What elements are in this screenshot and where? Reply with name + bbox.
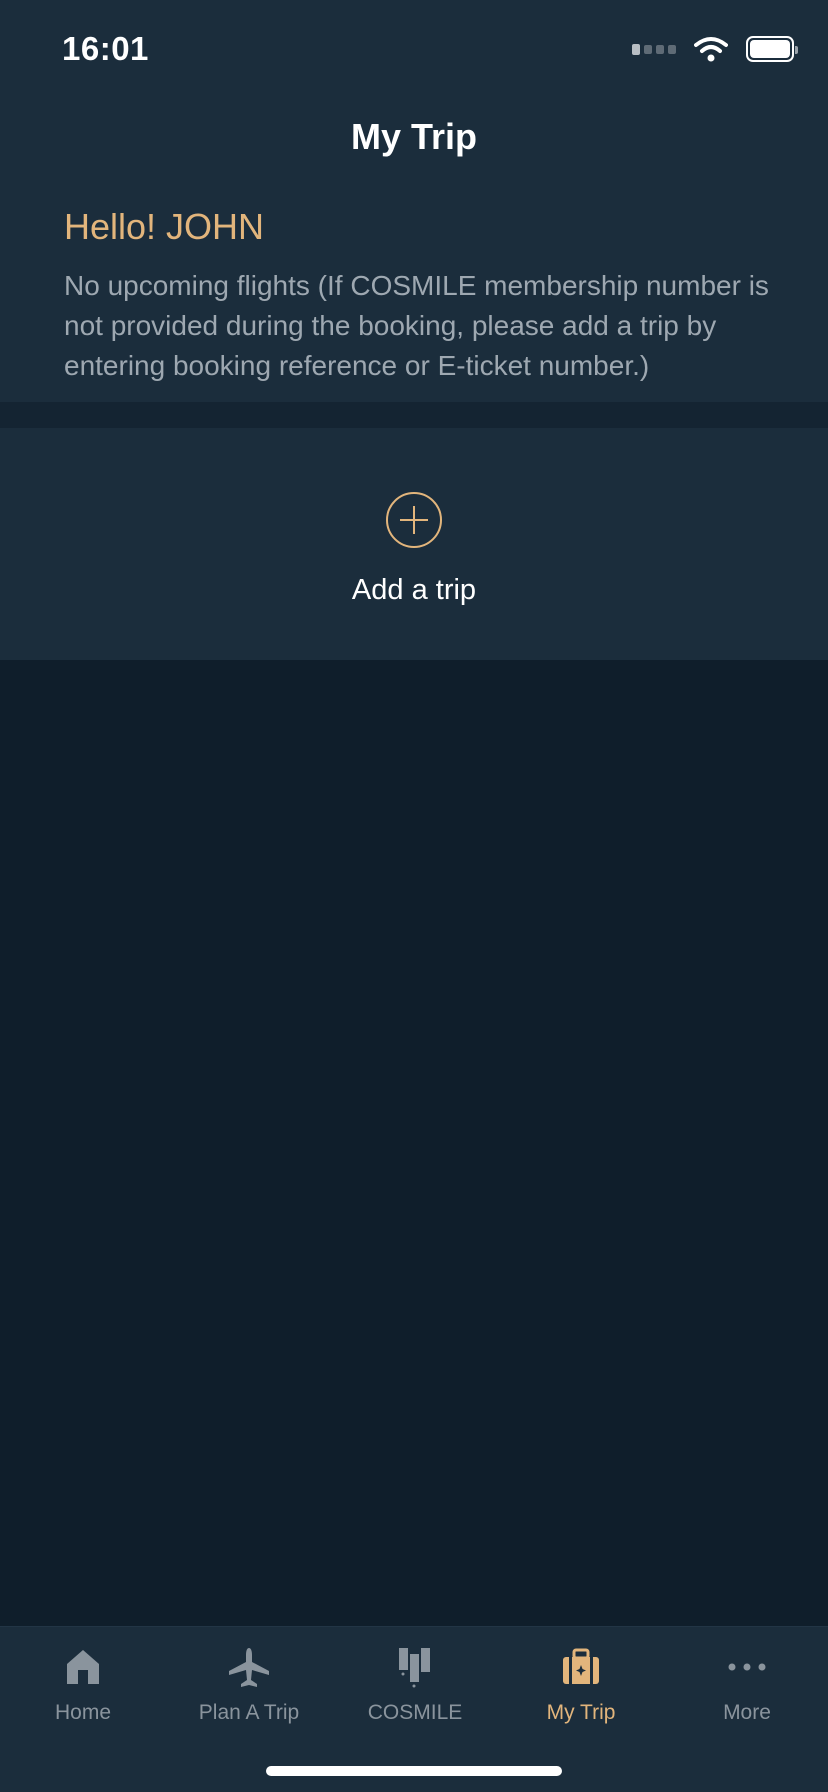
tab-cosmile[interactable]: COSMILE [332,1627,498,1747]
header-area: 16:01 My Trip Hello! JOHN No upcoming fl… [0,0,828,402]
tab-plan-a-trip-label: Plan A Trip [198,1701,300,1724]
tab-more-label: More [723,1701,771,1724]
suitcase-icon [563,1648,599,1684]
airplane-icon [229,1648,269,1687]
tab-more[interactable]: More [664,1627,828,1747]
home-icon [67,1650,99,1684]
tab-my-trip-label: My Trip [546,1701,616,1724]
no-flights-message: No upcoming flights (If COSMILE membersh… [64,270,769,381]
add-trip-label[interactable]: Add a trip [0,574,828,607]
status-time: 16:01 [62,30,149,67]
tab-plan-a-trip[interactable]: Plan A Trip [166,1627,332,1747]
battery-icon [746,36,798,62]
greeting-text: Hello! JOHN [64,206,265,247]
tab-home-label: Home [54,1701,112,1724]
home-indicator[interactable] [266,1766,562,1776]
section-divider [0,402,828,428]
status-bar: 16:01 [0,0,828,100]
plus-circle-icon[interactable] [386,492,442,548]
tab-cosmile-label: COSMILE [367,1701,463,1724]
tab-my-trip[interactable]: My Trip [498,1627,664,1747]
more-icon [728,1663,766,1671]
cosmile-icon [399,1648,430,1688]
signal-icon [632,43,676,55]
wifi-icon [694,37,728,62]
status-icons [632,36,798,62]
tab-home[interactable]: Home [0,1627,166,1747]
page-title: My Trip [350,116,478,157]
